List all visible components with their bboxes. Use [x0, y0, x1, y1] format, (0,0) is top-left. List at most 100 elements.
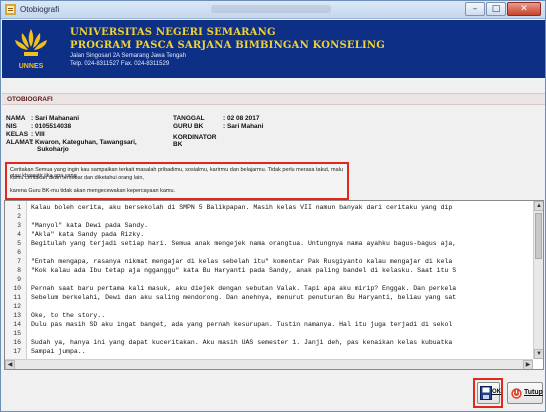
editor-line: 2: [5, 212, 533, 221]
line-text: "Entah mengapa, rasanya nikmat mengajar …: [31, 258, 453, 265]
scroll-right-icon[interactable]: ▶: [523, 360, 533, 369]
minimize-button[interactable]: –: [465, 2, 485, 16]
line-text: "Akla" kata Sandy pada Rizky.: [31, 231, 145, 238]
tanggal-label: TANGGAL: [173, 115, 205, 122]
line-text: Pernah saat baru pertama kali masuk, aku…: [31, 285, 457, 292]
line-number: 1: [17, 204, 21, 211]
gurubk-value: : Sari Mahani: [223, 123, 264, 130]
line-number: 15: [13, 330, 21, 337]
blurred-title-text: [211, 5, 331, 13]
editor-content[interactable]: 1 Kalau boleh cerita, aku bersekolah di S…: [5, 203, 533, 357]
line-number: 9: [17, 276, 21, 283]
story-editor[interactable]: 1 Kalau boleh cerita, aku bersekolah di S…: [4, 200, 544, 370]
instruction-box: Ceritakan Semua yang ingin kau sampaikan…: [5, 162, 349, 200]
alamat-label: ALAMAT: [6, 139, 33, 146]
editor-line: 16 Sudah ya, hanya ini yang dapat kucerit…: [5, 338, 533, 347]
line-number: 16: [13, 339, 21, 346]
editor-line: 6: [5, 248, 533, 257]
minimize-icon: –: [472, 4, 478, 14]
tutup-label: Tutup: [524, 389, 543, 396]
section-header: OTOBIOGRAFI: [2, 93, 545, 105]
editor-line: 8 "Kok kalau ada Ibu tetap aja ngganggu" …: [5, 266, 533, 275]
scroll-down-icon[interactable]: ▼: [534, 349, 543, 359]
nis-label: NIS: [6, 123, 17, 130]
university-name: UNIVERSITAS NEGERI SEMARANG: [70, 27, 276, 38]
instruction-line-2: kamu ceritakan akan tersebar dan diketah…: [10, 175, 144, 181]
window-controls: – □ ✕: [464, 2, 541, 16]
line-number: 3: [17, 222, 21, 229]
line-number: 4: [17, 231, 21, 238]
line-number: 17: [13, 348, 21, 355]
vertical-scrollbar[interactable]: ▲ ▼: [533, 201, 543, 359]
university-header: UNNES UNIVERSITAS NEGERI SEMARANG PROGRA…: [2, 20, 545, 78]
nama-label: NAMA: [6, 115, 26, 122]
editor-line: 9: [5, 275, 533, 284]
editor-line: 10 Pernah saat baru pertama kali masuk, a…: [5, 284, 533, 293]
power-off-icon: [511, 388, 522, 399]
scroll-up-icon[interactable]: ▲: [534, 201, 543, 211]
editor-line: 17 Sampai jumpa..: [5, 347, 533, 356]
editor-line: 11 Sebelum berkelahi, Dewi dan aku saling…: [5, 293, 533, 302]
line-text: Dulu pas masih SD aku ingat banget, ada …: [31, 321, 453, 328]
svg-text:UNNES: UNNES: [19, 63, 44, 70]
editor-line: 14 Dulu pas masih SD aku ingat banget, ad…: [5, 320, 533, 329]
line-text: "Manyol" kata Dewi pada Sandy.: [31, 222, 149, 229]
nama-value: : Sari Mahanani: [31, 115, 80, 122]
editor-line: 5 Begitulah yang terjadi setiap hari. Sem…: [5, 239, 533, 248]
line-number: 11: [13, 294, 21, 301]
title-bar: Otobiografi – □ ✕: [1, 1, 545, 19]
horizontal-scrollbar[interactable]: ◀ ▶: [5, 359, 533, 369]
ok-label: OK: [492, 389, 501, 395]
tanggal-value: : 02 08 2017: [223, 115, 260, 122]
editor-line: 1 Kalau boleh cerita, aku bersekolah di S…: [5, 203, 533, 212]
save-icon: [480, 386, 492, 400]
line-number: 10: [13, 285, 21, 292]
scroll-left-icon[interactable]: ◀: [5, 360, 15, 369]
instruction-line-3: karena Guru BK-mu tidak akan mengecewaka…: [10, 188, 176, 194]
line-text: Sampai jumpa..: [31, 348, 86, 355]
koordinator-label: KORDINATOR: [173, 134, 217, 141]
kelas-value: : VIII: [31, 131, 45, 138]
close-icon: ✕: [520, 4, 528, 14]
university-logo: UNNES: [15, 29, 47, 70]
line-text: Oke, to the story..: [31, 312, 106, 319]
line-number: 6: [17, 249, 21, 256]
university-phone: Telp. 024-8311527 Fax. 024-8311529: [70, 61, 170, 67]
line-number: 8: [17, 267, 21, 274]
editor-line: 3 "Manyol" kata Dewi pada Sandy.: [5, 221, 533, 230]
window-title: Otobiografi: [20, 5, 60, 14]
app-icon: [5, 4, 16, 15]
program-name: PROGRAM PASCA SARJANA BIMBINGAN KONSELIN…: [70, 40, 385, 51]
editor-line: 12: [5, 302, 533, 311]
line-text: Kalau boleh cerita, aku bersekolah di SM…: [31, 204, 453, 211]
line-text: Sebelum berkelahi, Dewi dan aku saling m…: [31, 294, 457, 301]
university-address: Jalan Singosari 2A Semarang Jawa Tengah: [70, 53, 186, 59]
line-number: 7: [17, 258, 21, 265]
nis-value: : 0105514038: [31, 123, 72, 130]
alamat-value: : Kwaron, Kateguhan, Tawangsari,: [31, 139, 137, 146]
close-button[interactable]: ✕: [507, 2, 541, 16]
line-text: Begitulah yang terjadi setiap hari. Semu…: [31, 240, 457, 247]
koordinator-value: BK: [173, 141, 183, 148]
editor-line: 15: [5, 329, 533, 338]
line-number: 13: [13, 312, 21, 319]
section-title: OTOBIOGRAFI: [7, 96, 53, 103]
ok-button[interactable]: OK: [477, 382, 501, 404]
line-number: 14: [13, 321, 21, 328]
otobiografi-window: Otobiografi – □ ✕ UNNES UNIVERSITAS NEGE…: [0, 0, 546, 412]
line-number: 12: [13, 303, 21, 310]
alamat-value-2: Sukoharjo: [37, 146, 69, 153]
line-text: "Kok kalau ada Ibu tetap aja ngganggu" k…: [31, 267, 457, 274]
editor-line: 4 "Akla" kata Sandy pada Rizky.: [5, 230, 533, 239]
kelas-label: KELAS: [6, 131, 29, 138]
editor-line: 7 "Entah mengapa, rasanya nikmat mengajar…: [5, 257, 533, 266]
line-number: 5: [17, 240, 21, 247]
line-number: 2: [17, 213, 21, 220]
editor-line: 13 Oke, to the story..: [5, 311, 533, 320]
gurubk-label: GURU BK: [173, 123, 204, 130]
vertical-scroll-thumb[interactable]: [535, 213, 542, 259]
line-text: Sudah ya, hanya ini yang dapat kuceritak…: [31, 339, 453, 346]
maximize-icon: □: [491, 4, 501, 14]
tutup-button[interactable]: Tutup: [507, 382, 543, 404]
maximize-button[interactable]: □: [486, 2, 506, 16]
